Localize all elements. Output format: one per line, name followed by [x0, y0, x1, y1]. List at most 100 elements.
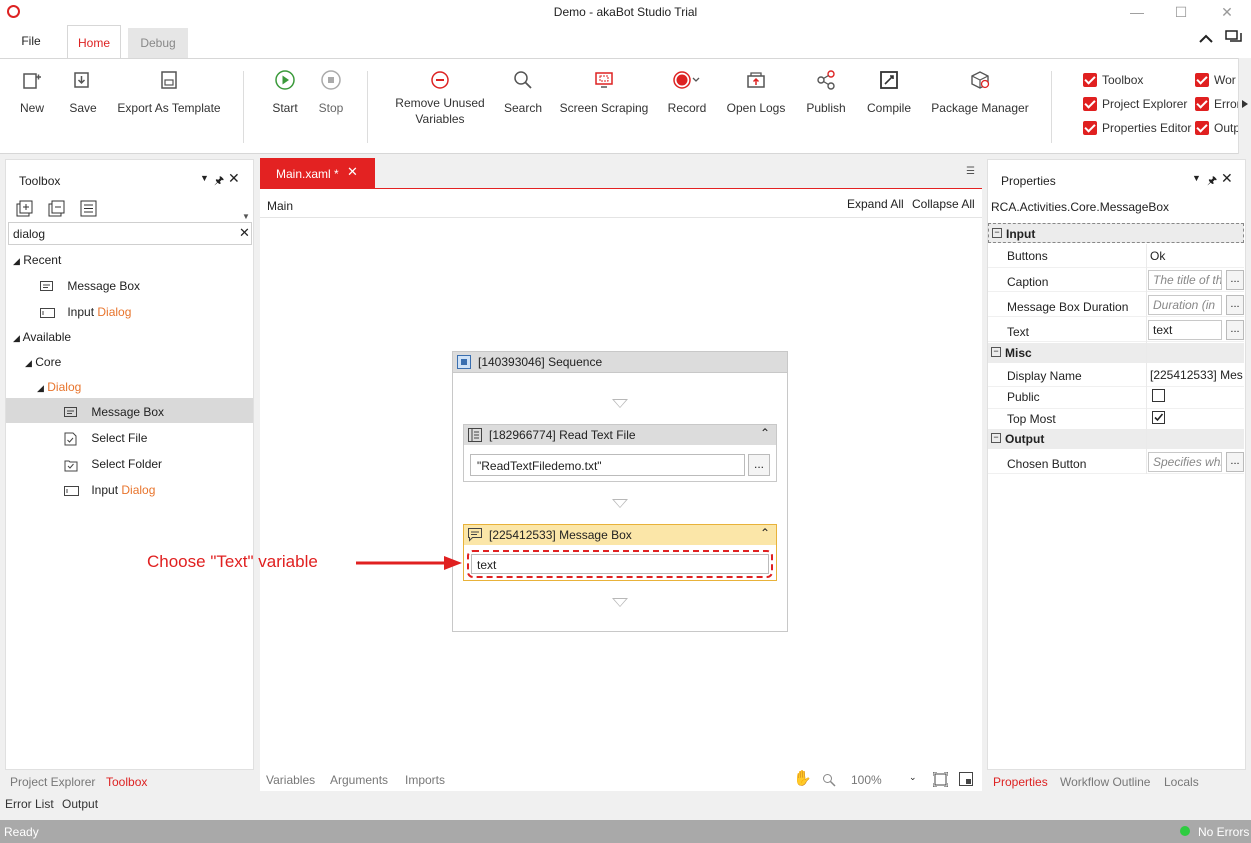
dropdown-arrow-icon[interactable]: ▼ — [200, 173, 209, 183]
section-input[interactable]: − Input — [988, 223, 1244, 243]
tab-list-icon[interactable]: ☰ — [966, 166, 975, 177]
export-template-button[interactable]: Export As Template — [114, 69, 224, 115]
list-view-icon[interactable] — [80, 200, 98, 218]
collapse-all-icon[interactable] — [48, 200, 66, 218]
toolbox-item-select-file[interactable]: Select File — [64, 431, 147, 446]
errors-checkbox[interactable]: Error — [1195, 96, 1238, 111]
top-most-checkbox[interactable] — [1152, 411, 1165, 424]
toolbox-checkbox[interactable]: Toolbox — [1083, 72, 1143, 87]
collapse-all-link[interactable]: Collapse All — [912, 197, 975, 211]
message-box-activity[interactable]: [225412533] Message Box ⌃ text — [463, 524, 777, 581]
toolbox-item-message-box-recent[interactable]: Message Box — [40, 279, 140, 293]
tab-toolbox[interactable]: Toolbox — [106, 775, 147, 789]
minimize-button[interactable]: — — [1122, 2, 1152, 22]
file-path-value: "ReadTextFiledemo.txt" — [477, 459, 602, 473]
tab-arguments[interactable]: Arguments — [330, 773, 388, 787]
read-text-file-activity[interactable]: [182966774] Read Text File ⌃ "ReadTextFi… — [463, 424, 777, 482]
project-explorer-checkbox[interactable]: Project Explorer — [1083, 96, 1187, 111]
search-button[interactable]: Search — [502, 69, 544, 115]
stop-button[interactable]: Stop — [314, 69, 348, 115]
hand-pan-icon[interactable]: ✋ — [793, 769, 812, 787]
duration-expression-button[interactable]: ... — [1226, 295, 1244, 315]
expand-all-link[interactable]: Expand All — [847, 197, 904, 211]
open-logs-button[interactable]: Open Logs — [724, 69, 788, 115]
record-button[interactable]: Record — [664, 69, 710, 115]
package-manager-button[interactable]: Package Manager — [928, 69, 1032, 115]
fit-to-screen-icon[interactable] — [933, 772, 948, 787]
tab-properties[interactable]: Properties — [993, 775, 1048, 789]
message-text-input[interactable]: text — [471, 554, 769, 574]
text-expression-button[interactable]: ... — [1226, 320, 1244, 340]
chat-icon[interactable] — [1225, 30, 1243, 49]
zoom-icon[interactable] — [822, 773, 836, 787]
tab-locals[interactable]: Locals — [1164, 775, 1199, 789]
start-button[interactable]: Start — [268, 69, 302, 115]
close-tab-icon[interactable]: ✕ — [347, 164, 358, 180]
output-checkbox[interactable]: Outp — [1195, 120, 1238, 135]
remove-unused-variables-button[interactable]: Remove Unused Variables — [390, 69, 490, 127]
overview-icon[interactable] — [959, 772, 974, 787]
collapse-section-icon[interactable]: − — [991, 433, 1001, 443]
tab-debug[interactable]: Debug — [128, 28, 188, 58]
section-misc[interactable]: − Misc — [988, 343, 1244, 363]
caption-expression-button[interactable]: ... — [1226, 270, 1244, 290]
new-button[interactable]: New — [14, 69, 50, 115]
tree-core[interactable]: ◢ Core — [25, 355, 61, 369]
compile-button[interactable]: Compile — [863, 69, 915, 115]
collapse-section-icon[interactable]: − — [991, 347, 1001, 357]
dropdown-arrow-icon[interactable]: ▼ — [1192, 173, 1201, 183]
display-name-value[interactable]: [225412533] Mes — [1150, 368, 1244, 382]
tree-dialog[interactable]: ◢ Dialog — [37, 380, 81, 394]
tab-file[interactable]: File — [8, 24, 54, 58]
text-input[interactable]: text — [1148, 320, 1222, 340]
close-panel-icon[interactable]: ✕ — [228, 170, 240, 187]
toolbox-item-input-dialog-recent[interactable]: Input Dialog — [40, 305, 131, 319]
pin-icon[interactable]: 🖈 — [214, 172, 224, 191]
more-options-icon[interactable]: ▼ — [242, 212, 250, 221]
breadcrumb[interactable]: Main — [267, 199, 293, 213]
file-path-input[interactable]: "ReadTextFiledemo.txt" — [470, 454, 745, 476]
sequence-activity[interactable]: [140393046] Sequence [182966774] Read Te… — [452, 351, 788, 632]
tab-home[interactable]: Home — [67, 25, 121, 59]
pin-icon[interactable]: 🖈 — [1207, 172, 1217, 191]
screen-scraping-button[interactable]: Screen Scraping — [558, 69, 650, 115]
collapse-section-icon[interactable]: − — [992, 228, 1002, 238]
zoom-level[interactable]: 100% — [851, 773, 882, 787]
browse-file-button[interactable]: ... — [748, 454, 770, 476]
scroll-right-icon[interactable] — [1242, 100, 1248, 108]
tab-imports[interactable]: Imports — [405, 773, 445, 787]
tab-error-list[interactable]: Error List — [5, 797, 54, 811]
tab-project-explorer[interactable]: Project Explorer — [10, 775, 95, 789]
close-panel-icon[interactable]: ✕ — [1221, 170, 1233, 187]
chosen-button-expression-button[interactable]: ... — [1226, 452, 1244, 472]
properties-editor-checkbox[interactable]: Properties Editor — [1083, 120, 1191, 135]
toolbox-item-message-box[interactable]: Message Box — [64, 405, 164, 419]
clear-search-icon[interactable]: ✕ — [239, 225, 250, 241]
workflow-checkbox[interactable]: Wor — [1195, 72, 1238, 87]
zoom-dropdown-icon[interactable]: ⌄ — [909, 772, 917, 783]
duration-input[interactable]: Duration (in — [1148, 295, 1222, 315]
toolbox-item-select-folder[interactable]: Select Folder — [64, 457, 162, 472]
public-checkbox[interactable] — [1152, 389, 1165, 402]
tab-main-xaml[interactable]: Main.xaml * ✕ — [260, 158, 375, 188]
close-window-button[interactable]: ✕ — [1212, 2, 1242, 22]
tree-recent[interactable]: ◢ Recent — [13, 253, 61, 267]
publish-button[interactable]: Publish — [803, 69, 849, 115]
ribbon-scrollbar[interactable] — [1238, 58, 1251, 154]
section-output[interactable]: − Output — [988, 429, 1244, 449]
tab-workflow-outline[interactable]: Workflow Outline — [1060, 775, 1150, 789]
toolbox-item-input-dialog[interactable]: Input Dialog — [64, 483, 155, 497]
tree-available[interactable]: ◢ Available — [13, 330, 71, 344]
tab-variables[interactable]: Variables — [266, 773, 315, 787]
caption-input[interactable]: The title of the — [1148, 270, 1222, 290]
toolbox-search-input[interactable]: dialog ✕ — [8, 222, 252, 245]
tab-output[interactable]: Output — [62, 797, 98, 811]
save-button[interactable]: Save — [64, 69, 102, 115]
expand-all-icon[interactable] — [16, 200, 34, 218]
chosen-button-input[interactable]: Specifies whi — [1148, 452, 1222, 472]
maximize-button[interactable]: ☐ — [1166, 2, 1196, 22]
collapse-ribbon-icon[interactable] — [1199, 33, 1213, 47]
buttons-value[interactable]: Ok — [1150, 249, 1165, 263]
collapse-activity-icon[interactable]: ⌃ — [760, 526, 770, 540]
collapse-activity-icon[interactable]: ⌃ — [760, 426, 770, 440]
